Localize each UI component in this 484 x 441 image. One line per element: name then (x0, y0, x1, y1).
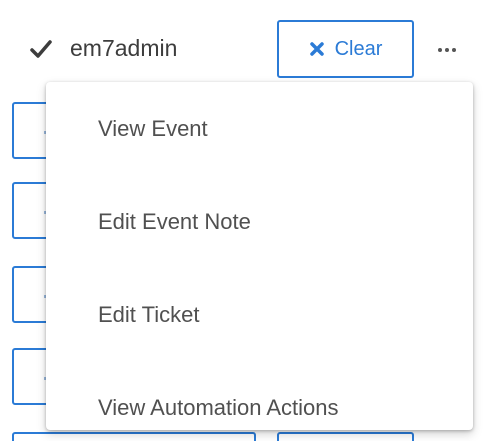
ellipsis-icon (438, 48, 442, 52)
close-icon (309, 42, 324, 56)
user-name: em7admin (70, 35, 178, 61)
menu-item-view-automation-actions[interactable]: View Automation Actions (46, 361, 473, 441)
check-icon (30, 40, 52, 58)
clear-button-label: Clear (334, 37, 383, 60)
menu-item-view-event[interactable]: View Event (46, 82, 473, 175)
actions-menu: View Event Edit Event Note Edit Ticket V… (46, 82, 473, 430)
screen: em7admin Clear View Event Edit Event Not… (0, 0, 484, 441)
menu-item-edit-ticket[interactable]: Edit Ticket (46, 268, 473, 361)
menu-item-edit-event-note[interactable]: Edit Event Note (46, 175, 473, 268)
clear-button[interactable]: Clear (277, 20, 414, 78)
more-options-button[interactable] (432, 38, 462, 62)
